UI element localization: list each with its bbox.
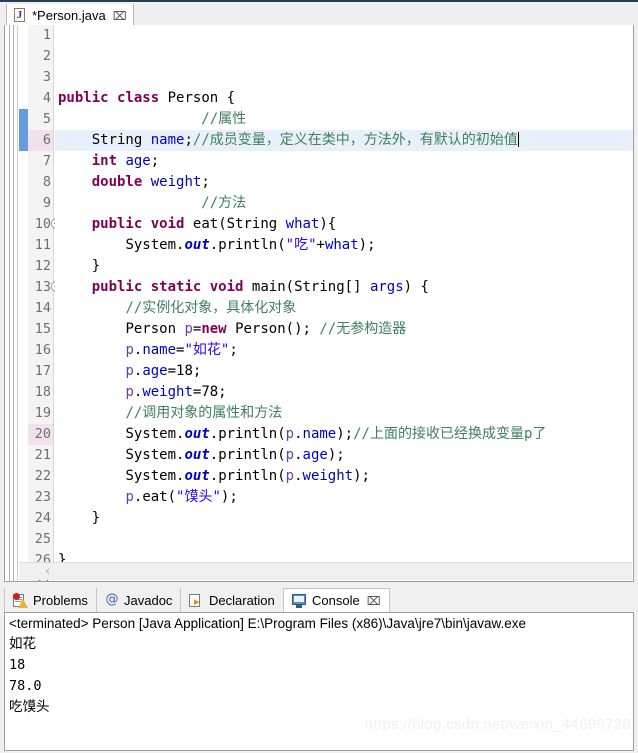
code-line[interactable] (55, 67, 633, 88)
javadoc-icon: @ (105, 592, 119, 607)
line-number-gutter: 1 2 3 4 5 6 7 8 9 10 11 12 13 14 15 16 17 18 19 20 21 22 23 24 2… (28, 25, 62, 581)
line-number: 2 (42, 48, 51, 64)
code-line[interactable]: } (55, 508, 633, 529)
code-line[interactable]: Person p=new Person(); //无参构造器 (55, 319, 633, 340)
line-number: 18 (34, 384, 51, 400)
text-caret (517, 132, 519, 147)
source-code-area[interactable]: public class Person { //属性 String name;/… (55, 25, 633, 581)
console-header-line: <terminated> Person [Java Application] E… (9, 616, 527, 631)
line-number: 13 (28, 277, 62, 298)
annotation-ruler[interactable] (5, 25, 18, 581)
console-output-line: 如花 (9, 636, 36, 652)
editor-tab-bar: J *Person.java ⌧ (0, 0, 638, 27)
eclipse-ide-window: J *Person.java ⌧ 1 2 3 4 5 6 7 8 9 10 11 12 13 14 15 16… (0, 0, 638, 753)
line-number: 16 (34, 342, 51, 358)
code-line[interactable]: System.out.println(p.weight); (55, 466, 633, 487)
line-number: 4 (42, 90, 51, 106)
bottom-tab-javadoc[interactable]: @ Javadoc (96, 588, 182, 612)
watermark-text: https://blog.csdn.net/weixin_44699728 (364, 716, 631, 733)
change-bar-marker (19, 109, 28, 151)
line-number: 11 (34, 237, 51, 253)
line-number: 22 (34, 468, 51, 484)
chevron-left-icon[interactable]: ‹ (45, 564, 50, 579)
code-line[interactable] (55, 529, 633, 550)
code-line[interactable]: //属性 (55, 109, 633, 130)
line-number: 6 (28, 130, 53, 151)
line-number: 10 (28, 214, 62, 235)
line-number: 25 (34, 531, 51, 547)
close-icon[interactable]: ⌧ (367, 594, 381, 608)
editor-tab-person-java[interactable]: J *Person.java ⌧ (6, 4, 134, 27)
code-line[interactable]: p.age=18; (55, 361, 633, 382)
line-number: 9 (42, 195, 51, 211)
bottom-tab-problems[interactable]: Problems (4, 588, 97, 612)
editor-tab-label: *Person.java (32, 8, 106, 23)
code-line[interactable]: //调用对象的属性和方法 (55, 403, 633, 424)
console-output-line: 吃馍头 (9, 699, 50, 715)
line-number: 3 (42, 69, 51, 85)
code-line[interactable] (55, 46, 633, 67)
code-line[interactable]: p.eat("馍头"); (55, 487, 633, 508)
console-view[interactable]: <terminated> Person [Java Application] E… (4, 612, 634, 751)
line-number: 23 (34, 489, 51, 505)
bottom-tab-console[interactable]: Console ⌧ (283, 588, 390, 612)
line-number: 20 (28, 424, 53, 445)
code-line[interactable]: public void eat(String what){ (55, 214, 633, 235)
line-number: 7 (42, 153, 51, 169)
bottom-tab-label: Javadoc (124, 592, 173, 608)
line-number: 15 (34, 321, 51, 337)
java-file-icon: J (13, 8, 27, 23)
console-icon (292, 593, 307, 608)
console-output-line: 78.0 (9, 678, 42, 694)
code-line[interactable]: p.name="如花"; (55, 340, 633, 361)
bottom-tab-label: Console (312, 593, 360, 608)
declaration-icon: ▸ (189, 593, 204, 608)
code-line[interactable]: System.out.println(p.name);//上面的接收已经换成变量… (55, 424, 633, 445)
bottom-tab-label: Problems (33, 592, 88, 608)
console-output: 如花 18 78.0 吃馍头 (5, 634, 633, 718)
bottom-tab-label: Declaration (209, 592, 275, 608)
code-line[interactable]: int age; (55, 151, 633, 172)
code-line[interactable]: public class Person { (55, 88, 633, 109)
code-line[interactable]: double weight; (55, 172, 633, 193)
code-line[interactable]: p.weight=78; (55, 382, 633, 403)
close-icon[interactable]: ⌧ (113, 10, 127, 22)
problems-icon (13, 592, 28, 608)
code-line[interactable]: public static void main(String[] args) { (55, 277, 633, 298)
code-line[interactable]: //方法 (55, 193, 633, 214)
line-number: 8 (42, 174, 51, 190)
code-line[interactable]: System.out.println("吃"+what); (55, 235, 633, 256)
line-number: 1 (42, 27, 51, 43)
line-number: 5 (42, 111, 51, 127)
line-number: 17 (34, 363, 51, 379)
editor-horizontal-scrollbar[interactable]: ‹ (19, 562, 632, 580)
bottom-view-tab-bar: Problems @ Javadoc ▸ Declaration Console ⌧ (4, 588, 634, 612)
code-line[interactable]: String name;//成员变量，定义在类中，方法外，有默认的初始值 (55, 130, 633, 151)
console-output-line: 18 (9, 657, 26, 673)
code-line[interactable]: //实例化对象，具体化对象 (55, 298, 633, 319)
line-number: 24 (34, 510, 51, 526)
line-number: 21 (34, 447, 51, 463)
line-number: 14 (34, 300, 51, 316)
code-line[interactable]: System.out.println(p.age); (55, 445, 633, 466)
line-number: 12 (34, 258, 51, 274)
line-number: 19 (34, 405, 51, 421)
code-line[interactable]: } (55, 256, 633, 277)
code-editor[interactable]: 1 2 3 4 5 6 7 8 9 10 11 12 13 14 15 16 17 18 19 20 21 22 23 24 2… (4, 25, 634, 582)
code-line[interactable] (55, 25, 633, 46)
bottom-tab-declaration[interactable]: ▸ Declaration (180, 588, 284, 612)
